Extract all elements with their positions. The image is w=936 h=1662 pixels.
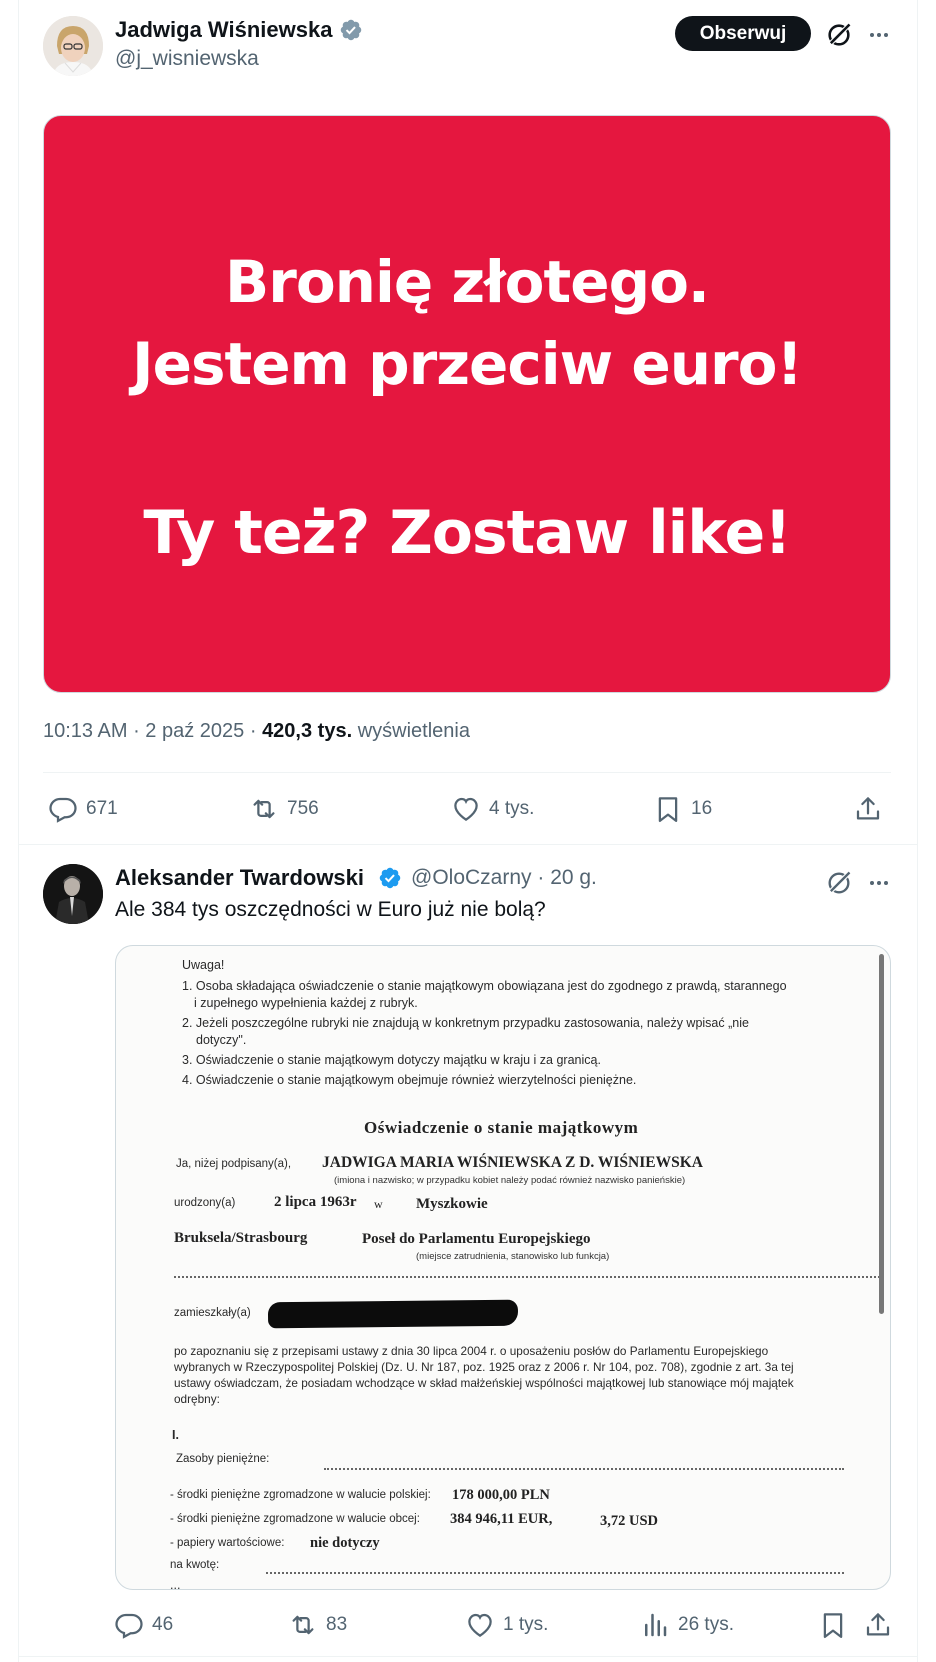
doc-securities-label: - papiery wartościowe: [170,1537,285,1549]
doc-dotted-line [174,1276,880,1278]
image-text-line-3: Ty też? Zostaw like! [143,498,791,568]
reply-count: 671 [86,798,118,819]
follow-button[interactable]: Obserwuj [675,16,811,51]
doc-signed-label: Ja, niżej podpisany(a), [176,1158,292,1170]
reply-author-name[interactable]: Aleksander Twardowski [115,865,364,891]
retweet-icon [253,799,275,819]
doc-rule-4: 4. Oświadczenie o stanie majątkowym obej… [182,1073,637,1087]
doc-workplace: Bruksela/Strasbourg [174,1230,308,1246]
doc-rule-2b: dotyczy". [196,1033,247,1047]
doc-cash-label: Zasoby pieniężne: [176,1453,270,1465]
bookmark-button[interactable] [818,1610,856,1640]
doc-para-2: wybranych w Rzeczypospolitej Polskiej (D… [174,1360,794,1374]
reply-age[interactable]: 20 g. [550,866,597,889]
bookmark-button[interactable]: 16 [653,794,712,824]
views-button[interactable]: 26 tys. [640,1610,734,1640]
doc-eur-value: 384 946,11 EUR, [450,1511,553,1527]
author-name[interactable]: Jadwiga Wiśniewska [115,17,332,43]
divider [18,844,918,845]
like-count: 4 tys. [489,798,535,819]
doc-name-hint: (imiona i nazwisko; w przypadku kobiet n… [334,1175,686,1186]
reply-author-avatar[interactable] [43,864,103,924]
share-button[interactable] [853,794,891,824]
like-button[interactable]: 4 tys. [451,794,534,824]
verified-badge-icon [339,18,363,42]
analytics-icon [645,1613,667,1637]
tweet-date[interactable]: 2 paź 2025 [145,720,244,742]
doc-para-1: po zapoznaniu się z przepisami ustawy z … [174,1344,769,1358]
views-label: wyświetlenia [357,720,470,742]
doc-amount-label: na kwotę: [170,1559,220,1571]
doc-para-3: ustawy oświadczam, że posiadam wchodzące… [174,1376,794,1390]
retweet-count: 756 [287,798,319,819]
doc-securities-value: nie dotyczy [310,1535,380,1551]
share-icon [866,1613,890,1636]
views-count: 420,3 tys. [262,720,353,742]
bookmark-count: 16 [691,798,713,819]
doc-born-in: w [374,1197,383,1211]
divider [18,1656,918,1657]
image-text-line-2: Jestem przeciw euro! [132,330,803,398]
more-options-icon[interactable] [862,866,896,900]
doc-pln-value: 178 000,00 PLN [452,1487,550,1503]
bookmark-icon [823,1613,843,1638]
like-count: 1 tys. [503,1614,549,1635]
tweet-time[interactable]: 10:13 AM [43,720,128,742]
share-button[interactable] [863,1610,901,1640]
reply-button[interactable]: 671 [48,794,118,824]
retweet-count: 83 [326,1614,348,1635]
doc-trail: ... [170,1578,181,1590]
doc-position-hint: (miejsce zatrudnienia, stanowisko lub fu… [416,1251,610,1262]
doc-born-date: 2 lipca 1963r [274,1194,357,1210]
divider [43,772,891,773]
doc-rule-1a: 1. Osoba składająca oświadczenie o stani… [182,979,787,993]
heart-icon [468,1613,492,1637]
doc-dotted-line [266,1572,844,1574]
like-button[interactable]: 1 tys. [465,1610,548,1640]
reply-text: Ale 384 tys oszczędności w Euro już nie … [115,898,546,921]
doc-residence-label: zamieszkały(a) [174,1307,251,1319]
reply-author-meta: @OloCzarny · 20 g. [411,866,597,889]
tweet-image[interactable]: Bronię złotego. Jestem przeciw euro! Ty … [43,115,891,693]
doc-dotted-line [324,1468,844,1470]
image-text-line-1: Bronię złotego. [225,248,710,316]
retweet-icon [292,1615,314,1635]
doc-scrollbar [879,954,884,1314]
share-icon [856,797,880,820]
heart-icon [454,797,478,821]
document-image[interactable]: Uwaga! 1. Osoba składająca oświadczenie … [115,945,891,1590]
doc-uwaga: Uwaga! [182,958,225,972]
grok-icon[interactable] [822,18,856,52]
tweet-meta: 10:13 AM · 2 paź 2025 · 420,3 tys. wyświ… [43,720,470,742]
views-count: 26 tys. [678,1614,734,1635]
doc-rule-3: 3. Oświadczenie o stanie majątkowym doty… [182,1053,601,1067]
bookmark-icon [658,797,678,822]
retweet-button[interactable]: 756 [249,794,319,824]
doc-pln-label: - środki pieniężne zgromadzone w walucie… [170,1489,431,1501]
more-options-icon[interactable] [862,18,896,52]
asset-declaration-document: Uwaga! 1. Osoba składająca oświadczenie … [116,946,890,1589]
retweet-button[interactable]: 83 [288,1610,347,1640]
redacted-address [267,1299,519,1329]
doc-rule-2a: 2. Jeżeli poszczególne rubryki nie znajd… [182,1016,749,1030]
reply-count: 46 [152,1614,174,1635]
doc-born-label: urodzony(a) [174,1197,236,1209]
author-handle[interactable]: @j_wisniewska [115,47,259,71]
reply-icon [49,797,77,823]
doc-heading: Oświadczenie o stanie majątkowym [364,1118,639,1137]
reply-button[interactable]: 46 [114,1610,173,1640]
doc-para-4: odrębny: [174,1392,220,1406]
doc-rule-1b: i zupełnego wypełnienia każdej z rubryk. [194,996,418,1010]
grok-icon[interactable] [822,866,856,900]
author-avatar[interactable] [43,16,103,76]
doc-signed-name: JADWIGA MARIA WIŚNIEWSKA Z D. WIŚNIEWSKA [322,1154,703,1171]
doc-foreign-label: - środki pieniężne zgromadzone w walucie… [170,1513,420,1525]
doc-born-place: Myszkowie [416,1196,488,1212]
reply-author-handle[interactable]: @OloCzarny [411,866,532,889]
doc-position: Poseł do Parlamentu Europejskiego [362,1231,591,1247]
reply-icon [115,1613,143,1639]
doc-section: I. [172,1428,179,1442]
verified-badge-icon [378,866,402,890]
doc-usd-value: 3,72 USD [600,1513,659,1529]
